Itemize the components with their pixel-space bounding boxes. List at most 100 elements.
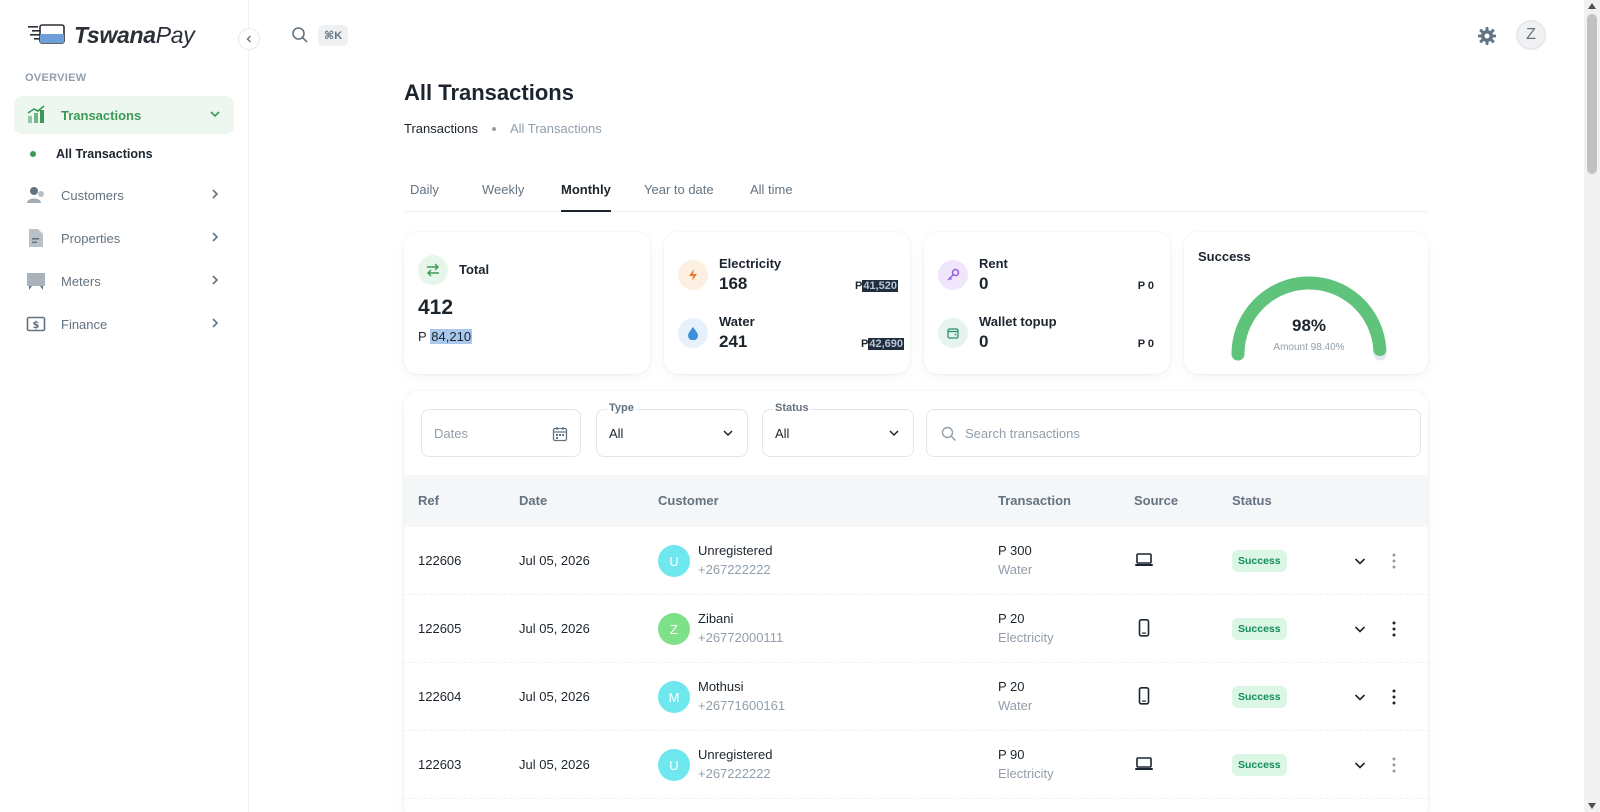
type-select[interactable]: Type All [596, 402, 748, 457]
breadcrumb-separator [491, 126, 496, 131]
more-vertical-icon[interactable] [1386, 620, 1402, 638]
sidebar-item-meters[interactable]: Meters [14, 262, 234, 300]
more-vertical-icon[interactable] [1386, 688, 1402, 706]
sidebar-item-transactions[interactable]: Transactions [14, 96, 234, 134]
chevron-down-icon [723, 430, 733, 437]
scroll-thumb[interactable] [1587, 14, 1597, 174]
sidebar-item-customers[interactable]: Customers [14, 176, 234, 214]
rent-count: 0 [979, 274, 989, 293]
customer-name: Mothusi [698, 679, 744, 694]
chevron-down-icon[interactable] [1352, 689, 1368, 705]
type-label: Type [607, 402, 636, 414]
breadcrumb-link[interactable]: Transactions [404, 121, 478, 136]
column-ref[interactable]: Ref [418, 493, 439, 508]
tab-monthly[interactable]: Monthly [561, 182, 611, 212]
customer-name: Unregistered [698, 543, 773, 558]
date-cell: Jul 05, 2026 [519, 553, 590, 568]
sidebar-item-label: Meters [61, 273, 101, 289]
calendar-icon[interactable] [552, 426, 568, 442]
transactions-panel: Dates Type All Status All Search transac… [404, 391, 1428, 812]
transaction-type: Electricity [998, 766, 1054, 781]
table-row[interactable]: 122605 Jul 05, 2026 Z Zibani +2677200011… [404, 595, 1428, 663]
customer-phone: +26772000111 [698, 630, 784, 645]
sidebar-item-properties[interactable]: Properties [14, 219, 234, 257]
column-transaction[interactable]: Transaction [998, 493, 1071, 508]
tab-all-time[interactable]: All time [750, 182, 793, 212]
column-customer[interactable]: Customer [658, 493, 719, 508]
ref-cell: 122605 [418, 621, 462, 636]
tab-year-to-date[interactable]: Year to date [644, 182, 714, 212]
nav-section-title: OVERVIEW [25, 72, 87, 84]
breadcrumb-current: All Transactions [509, 121, 602, 136]
table-row[interactable]: 122603 Jul 05, 2026 U Unregistered +2672… [404, 731, 1428, 799]
chevron-right-icon [212, 232, 219, 242]
sidebar-item-label: Finance [61, 316, 108, 332]
search-placeholder: Search transactions [965, 425, 1080, 441]
table-header: Ref Date Customer Transaction Source Sta… [404, 475, 1428, 527]
table-row[interactable]: 122604 Jul 05, 2026 M Mothusi +267716001… [404, 663, 1428, 731]
chevron-down-icon[interactable] [1352, 757, 1368, 773]
chevron-right-icon [212, 275, 219, 285]
logo[interactable]: TswanaPay [28, 20, 195, 50]
water-amount: P 42,690 [861, 338, 904, 350]
lightning-icon [678, 260, 708, 290]
more-vertical-icon[interactable] [1386, 552, 1402, 570]
transaction-amount: P 90 [998, 747, 1025, 762]
meter-icon [26, 271, 46, 291]
ref-cell: 122604 [418, 689, 462, 704]
more-vertical-icon[interactable] [1386, 756, 1402, 774]
user-avatar[interactable]: Z [1516, 20, 1546, 50]
scrollbar[interactable] [1584, 0, 1600, 812]
chevron-right-icon [212, 318, 219, 328]
sidebar-collapse-button[interactable] [238, 28, 260, 50]
search-icon[interactable] [291, 26, 309, 44]
electricity-amount-value: 41,520 [862, 280, 898, 292]
page-title: All Transactions [404, 80, 574, 105]
column-source[interactable]: Source [1134, 493, 1178, 508]
status-badge: Success [1232, 550, 1287, 572]
currency-label: P [861, 338, 869, 350]
type-value: All [609, 425, 624, 441]
column-date[interactable]: Date [519, 493, 547, 508]
search-icon [941, 426, 956, 441]
scroll-up-icon[interactable] [1588, 3, 1596, 9]
utility-card: Electricity 168 P 41,520 Water 241 P 42,69… [664, 232, 910, 374]
customer-avatar: M [658, 681, 690, 713]
document-icon [26, 228, 46, 248]
status-value: All [775, 425, 790, 441]
gear-icon[interactable] [1476, 25, 1498, 47]
status-label: Status [773, 402, 811, 414]
chevron-down-icon[interactable] [1352, 621, 1368, 637]
chevron-down-icon[interactable] [1352, 553, 1368, 569]
rent-label: Rent [979, 256, 1008, 271]
status-select[interactable]: Status All [762, 402, 914, 457]
tab-daily[interactable]: Daily [410, 182, 439, 212]
rent-wallet-card: Rent 0 P 0 Wallet topup 0 P 0 [924, 232, 1170, 374]
logo-icon [28, 24, 65, 44]
laptop-icon [1135, 553, 1153, 566]
success-card: Success 98% Amount 98.40% [1184, 232, 1428, 374]
column-status[interactable]: Status [1232, 493, 1272, 508]
sidebar-item-label: Properties [61, 230, 121, 246]
swap-icon [418, 255, 448, 285]
sidebar-item-label: Transactions [61, 107, 142, 123]
customer-avatar: U [658, 749, 690, 781]
sidebar-item-finance[interactable]: $ Finance [14, 305, 234, 343]
transaction-amount: P 20 [998, 611, 1025, 626]
scroll-down-icon[interactable] [1588, 803, 1596, 809]
search-transactions-input[interactable]: Search transactions [926, 409, 1421, 457]
currency-label: P [855, 280, 863, 292]
currency-label: P [418, 329, 427, 344]
status-badge: Success [1232, 618, 1287, 640]
success-label: Success [1198, 249, 1251, 264]
sidebar-subitem-all-transactions[interactable]: All Transactions [30, 147, 153, 161]
sidebar-subitem-label: All Transactions [56, 147, 153, 161]
table-row[interactable]: 122606 Jul 05, 2026 U Unregistered +2672… [404, 527, 1428, 595]
date-cell: Jul 05, 2026 [519, 689, 590, 704]
tab-weekly[interactable]: Weekly [482, 182, 524, 212]
search-shortcut-badge[interactable]: ⌘K [318, 25, 349, 46]
laptop-icon [1135, 757, 1153, 770]
mobile-icon [1138, 619, 1150, 637]
dates-field[interactable]: Dates [421, 409, 581, 457]
water-amount-value: 42,690 [868, 338, 904, 350]
